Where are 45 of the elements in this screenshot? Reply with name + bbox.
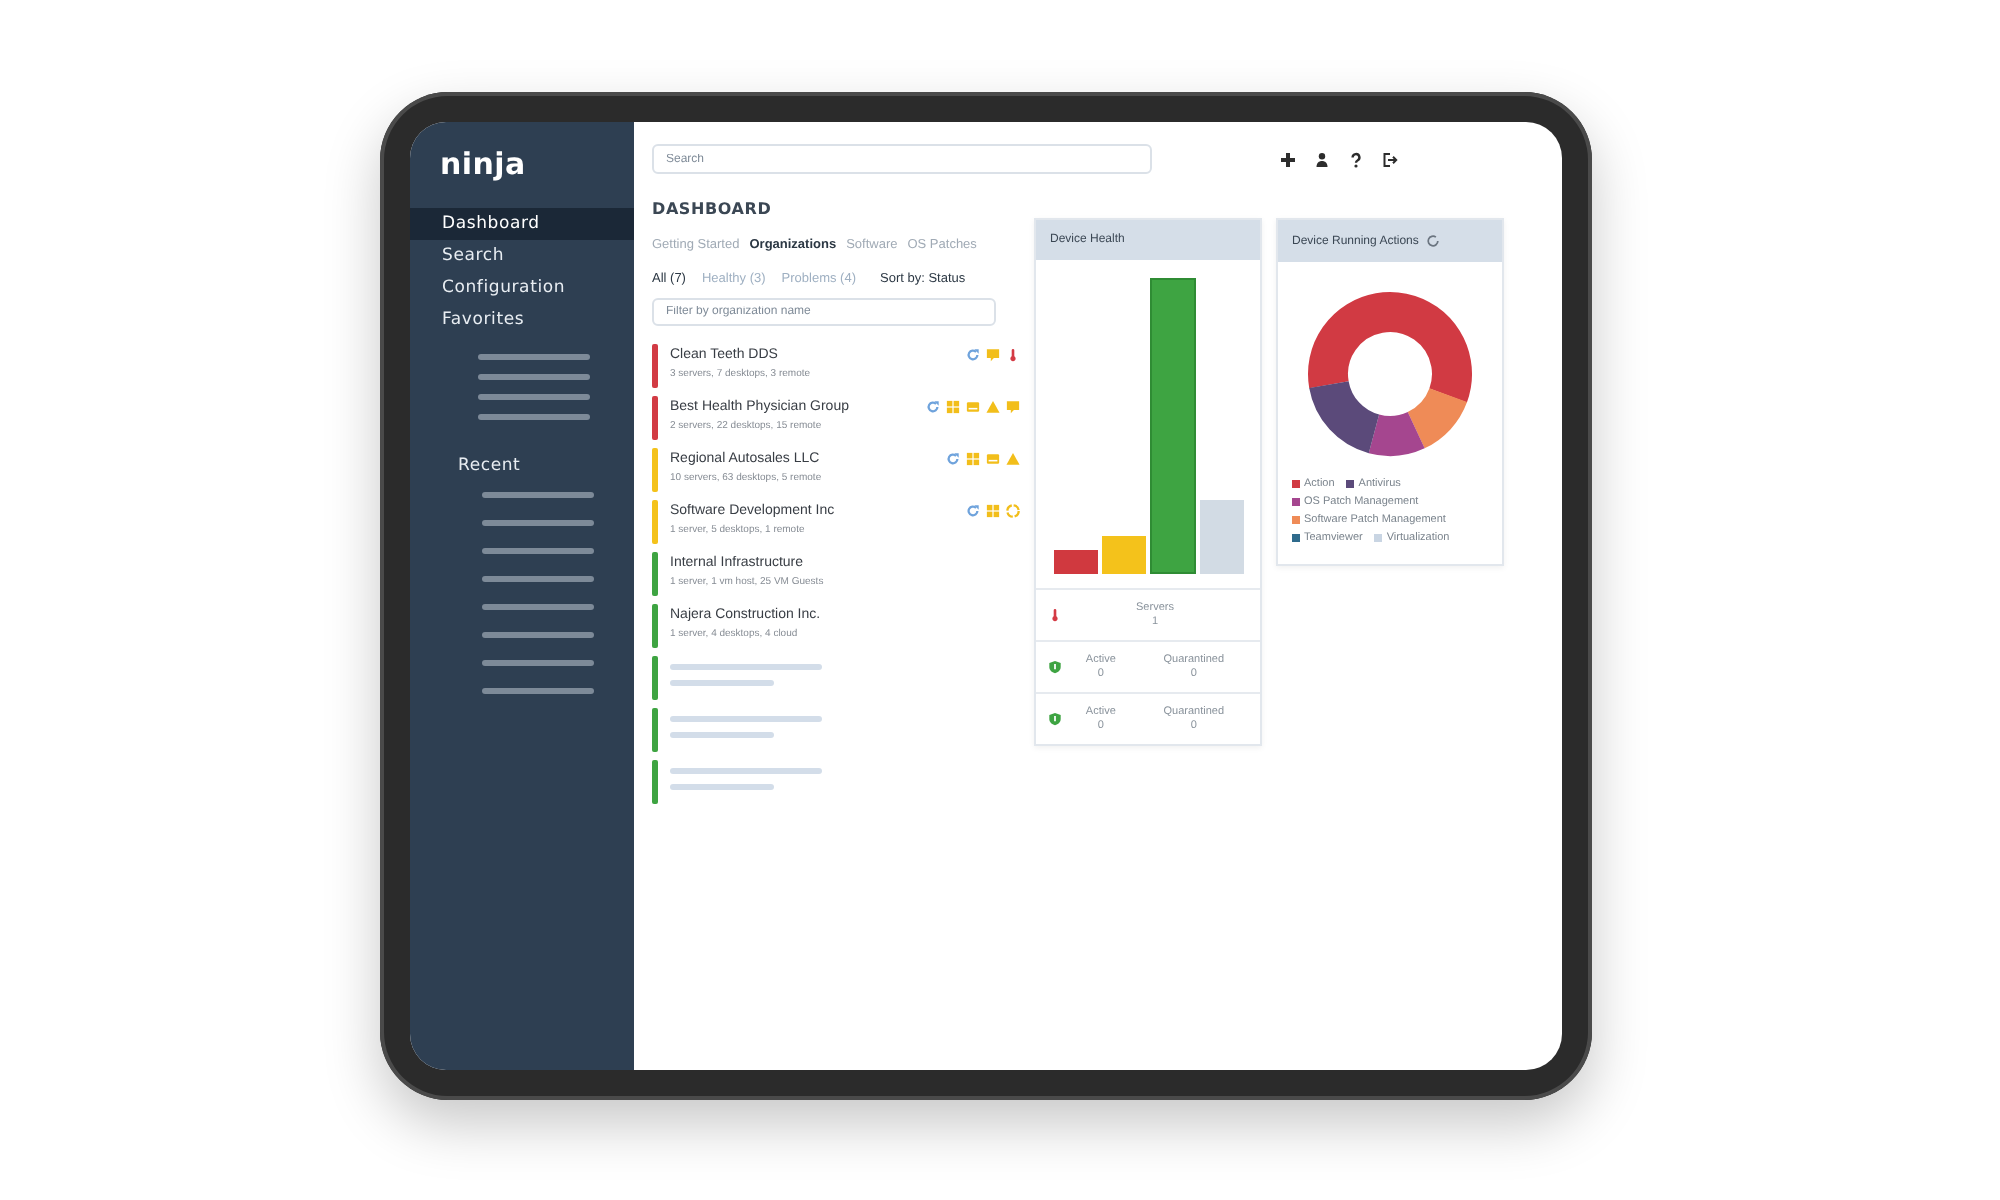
placeholder-line (482, 688, 594, 694)
page-title: DASHBOARD (652, 200, 772, 218)
placeholder-line (670, 732, 774, 738)
section-label: Recent (458, 456, 521, 476)
placeholder-line (670, 784, 774, 790)
refresh-icon (966, 504, 980, 518)
hard-drive-icon (986, 452, 1000, 466)
speech-bubble-icon (1006, 400, 1020, 414)
warning-icon (1006, 452, 1020, 466)
placeholder-line (478, 354, 590, 360)
refresh-icon (946, 452, 960, 466)
four-squares-icon (946, 400, 960, 414)
user-icon[interactable] (1314, 151, 1330, 167)
four-squares-icon (966, 452, 980, 466)
sidebar-item[interactable]: Search (410, 240, 634, 272)
help-icon[interactable] (1348, 151, 1364, 167)
warning-icon (986, 400, 1000, 414)
thermometer-icon (1048, 608, 1062, 622)
placeholder-line (478, 394, 590, 400)
refresh-icon (966, 348, 980, 362)
placeholder-line (482, 548, 594, 554)
dashed-ring-icon (1006, 504, 1020, 518)
logo: ninja (440, 146, 526, 182)
placeholder-line (482, 520, 594, 526)
logout-icon[interactable] (1382, 151, 1398, 167)
placeholder-line (482, 604, 594, 610)
hard-drive-icon (966, 400, 980, 414)
sidebar-item[interactable]: Dashboard (410, 208, 634, 240)
shield-icon (1048, 660, 1062, 674)
placeholder-line (482, 576, 594, 582)
plus-icon[interactable] (1280, 151, 1296, 167)
shield-icon (1048, 712, 1062, 726)
four-squares-icon (986, 504, 1000, 518)
speech-bubble-icon (986, 348, 1000, 362)
placeholder-line (478, 414, 590, 420)
placeholder-line (670, 680, 774, 686)
refresh-icon (926, 400, 940, 414)
placeholder-line (482, 492, 594, 498)
spinner-icon (1426, 234, 1441, 248)
placeholder-line (482, 632, 594, 638)
thermometer-icon (1006, 348, 1020, 362)
placeholder-line (482, 660, 594, 666)
placeholder-line (478, 374, 590, 380)
sidebar-item[interactable]: Configuration (410, 272, 634, 304)
sidebar-item[interactable]: Favorites (410, 304, 634, 336)
